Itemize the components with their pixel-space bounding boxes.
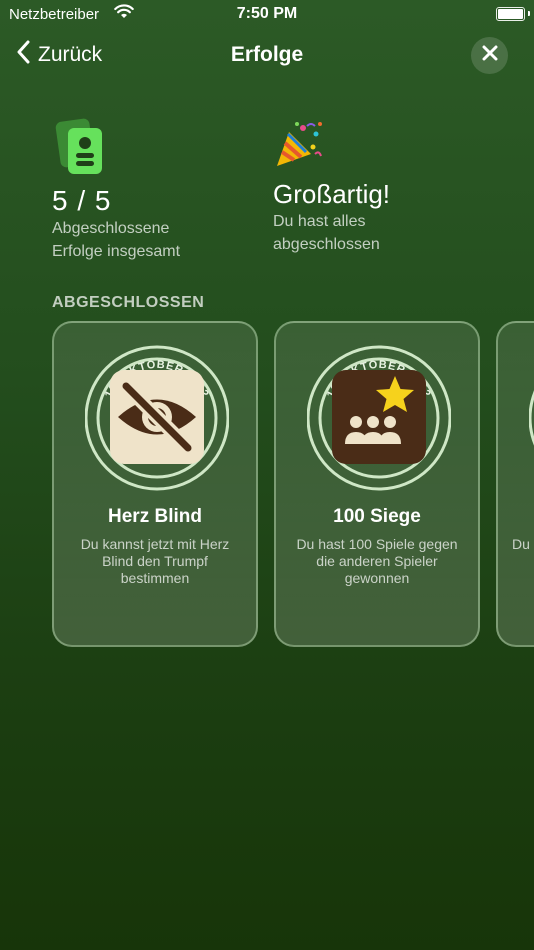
- achievement-description: Du hast 100 Spiele gegen die anderen Spi…: [296, 536, 458, 586]
- achievement-cards-icon: [52, 118, 108, 180]
- achievement-card[interactable]: 12. OKTOBER 2022 100 Siege Du hast 100 S…: [274, 321, 480, 647]
- achievement-card[interactable]: 12. OKTOBER 2022 Herz Blind Du kannst je…: [52, 321, 258, 647]
- close-icon: [482, 45, 498, 66]
- achievement-title: 100 Siege: [333, 506, 421, 527]
- achievement-description: Du kannst jetzt mit Herz Blind den Trump…: [80, 536, 230, 586]
- section-header: ABGESCHLOSSEN: [52, 294, 205, 311]
- achievement-badge: 12. OKTOBER 2022: [307, 341, 451, 491]
- achievement-badge: 12. OKTOBER 2022: [85, 341, 229, 491]
- completed-count-label: Abgeschlossene Erfolge insgesamt: [52, 220, 181, 260]
- achievement-card[interactable]: Du: [496, 321, 534, 647]
- completion-headline: Großartig!: [273, 179, 391, 209]
- achievement-description: Du: [512, 536, 530, 552]
- party-popper-icon: [273, 122, 323, 172]
- clock: 7:50 PM: [236, 5, 298, 22]
- page-title: Erfolge: [230, 43, 304, 66]
- battery-icon: [496, 7, 525, 21]
- completed-count: 5 / 5: [52, 185, 112, 216]
- summary-headline-block: Großartig! Du hast alles abgeschlossen: [273, 120, 443, 256]
- summary-count-block: 5 / 5 Abgeschlossene Erfolge insgesamt: [52, 118, 222, 263]
- completion-subtext: Du hast alles abgeschlossen: [273, 213, 380, 253]
- close-button[interactable]: [471, 37, 508, 74]
- group-star-icon: [332, 370, 426, 464]
- nav-bar: Zurück Erfolge: [0, 34, 534, 76]
- battery-tip: [528, 11, 530, 16]
- achievement-title: Herz Blind: [108, 506, 202, 527]
- achievement-carousel[interactable]: 12. OKTOBER 2022 Herz Blind Du kannst je…: [52, 321, 534, 651]
- eye-slash-icon: [110, 370, 204, 464]
- status-bar: Netzbetreiber 7:50 PM: [0, 0, 534, 28]
- achievement-badge: [529, 341, 534, 491]
